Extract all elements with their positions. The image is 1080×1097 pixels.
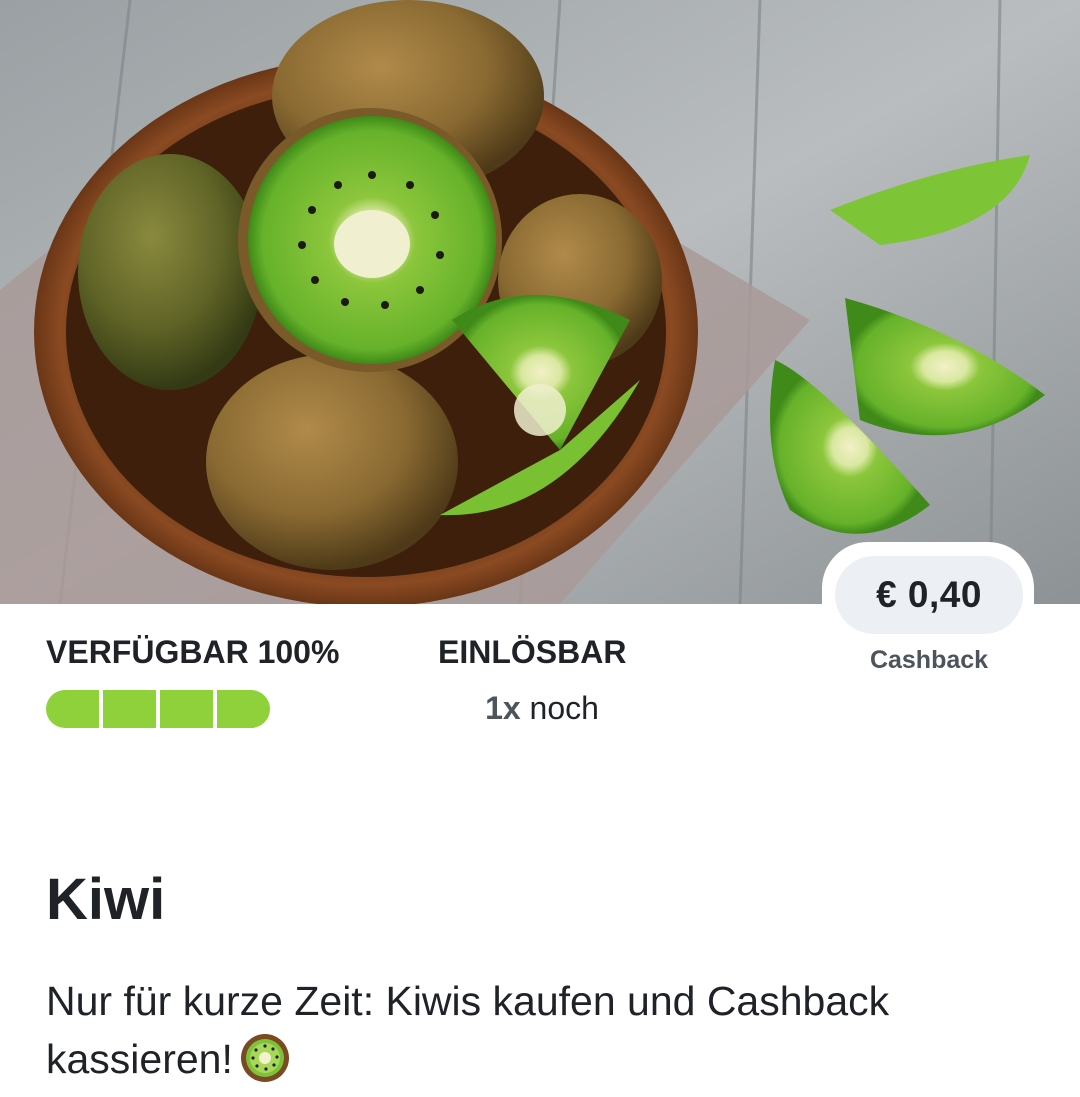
redeemable-count: 1x noch: [438, 690, 646, 727]
availability-segment: [160, 690, 213, 728]
redeemable-title: EINLÖSBAR: [438, 634, 627, 670]
availability-segment: [103, 690, 156, 728]
product-description-text: Nur für kurze Zeit: Kiwis kaufen und Cas…: [46, 978, 890, 1082]
redeemable-count-value: 1x: [485, 690, 521, 726]
availability-segment: [217, 690, 270, 728]
availability-title: VERFÜGBAR 100%: [46, 634, 340, 670]
kiwi-emoji-icon: [240, 1034, 289, 1083]
availability-segment: [46, 690, 99, 728]
availability-progress-bar: [46, 690, 270, 728]
product-description: Nur für kurze Zeit: Kiwis kaufen und Cas…: [46, 972, 1046, 1088]
product-title: Kiwi: [46, 867, 166, 932]
offer-detail-page: € 0,40 Cashback VERFÜGBAR 100% EINLÖSBAR…: [0, 0, 1080, 1097]
cashback-label: Cashback: [869, 646, 989, 674]
cashback-amount: € 0,40: [835, 556, 1023, 634]
product-image: [0, 0, 1080, 604]
redeemable-count-suffix: noch: [520, 690, 599, 726]
